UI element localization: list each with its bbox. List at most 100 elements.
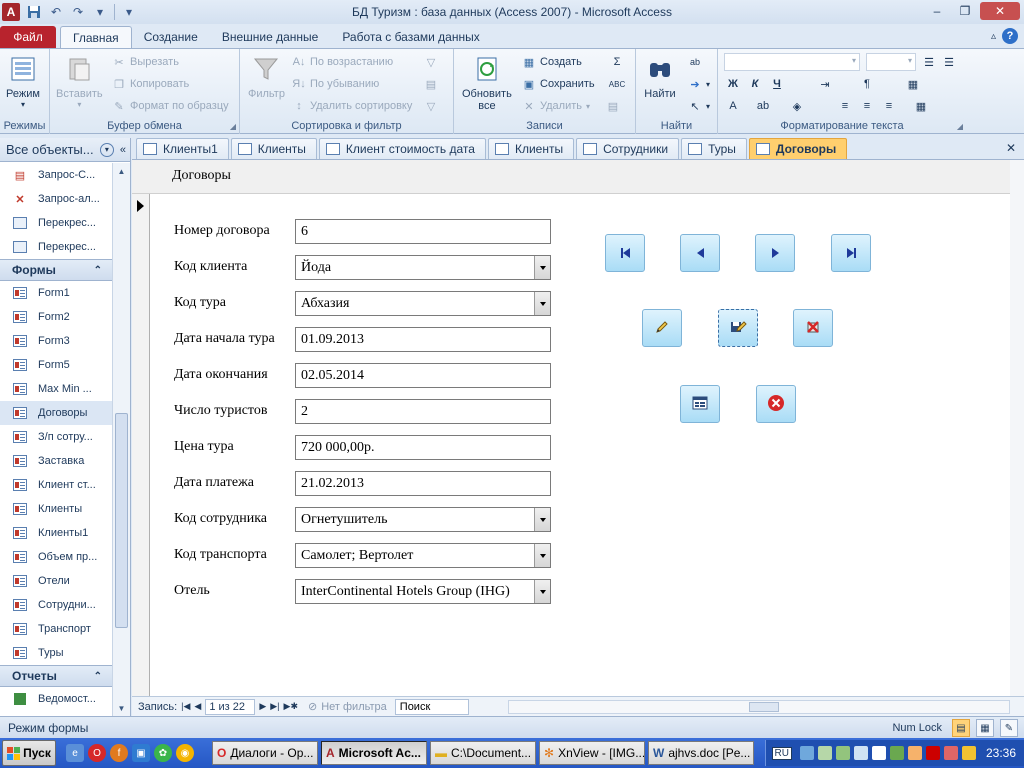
doc-tab-tours[interactable]: Туры [681, 138, 747, 159]
nav-menu-dropdown-icon[interactable]: ▾ [99, 142, 114, 157]
nav-query-item[interactable]: ▤ Запрос-С... [0, 163, 112, 187]
indent-button[interactable]: ⇥ [818, 77, 832, 91]
tray-app-icon[interactable] [943, 746, 958, 760]
customize-icon[interactable]: ▾ [92, 4, 108, 20]
tray-app-icon[interactable] [817, 746, 832, 760]
nav-form-item[interactable]: Сотрудни... [0, 593, 112, 617]
toggle-filter-button[interactable]: ▽ [424, 99, 438, 113]
text-format-launcher-icon[interactable]: ◢ [957, 122, 963, 131]
filter-button[interactable]: Фильтр [248, 53, 285, 100]
nav-shutter-icon[interactable]: « [120, 144, 126, 156]
nav-form-item[interactable]: Form1 [0, 281, 112, 305]
doc-tab-clients[interactable]: Клиенты [230, 138, 317, 159]
nav-form-item[interactable]: Form5 [0, 353, 112, 377]
taskbar-task-access[interactable]: A Microsoft Ac... [321, 741, 427, 765]
save-record-form-button[interactable] [718, 309, 758, 347]
undo-icon[interactable]: ↶ [48, 4, 64, 20]
selection-filter-button[interactable]: ▽ [424, 55, 438, 69]
close-document-icon[interactable]: ✕ [1006, 141, 1016, 155]
nav-form-item[interactable]: Form2 [0, 305, 112, 329]
previous-record-button[interactable] [680, 234, 720, 272]
align-left-button[interactable]: ≡ [838, 99, 852, 113]
bullets-button[interactable]: ☰ [922, 55, 936, 69]
tour-code-combo[interactable]: Абхазия [295, 291, 551, 316]
taskbar-task-word[interactable]: Wajhvs.doc [Pe... [648, 741, 754, 765]
explorer-icon[interactable]: ▣ [132, 744, 150, 762]
remove-sort-button[interactable]: ↕ Удалить сортировку [292, 99, 412, 113]
combo-dropdown-icon[interactable] [534, 580, 550, 603]
align-right-button[interactable]: ≡ [882, 99, 896, 113]
nav-form-item[interactable]: З/п сотру... [0, 425, 112, 449]
scroll-up-icon[interactable]: ▲ [113, 163, 130, 179]
last-record-button[interactable] [831, 234, 871, 272]
doc-tab-clients1[interactable]: Клиенты1 [136, 138, 229, 159]
nav-form-item[interactable]: Туры [0, 641, 112, 665]
tourist-count-field[interactable]: 2 [295, 399, 551, 424]
tray-app-icon[interactable] [925, 746, 940, 760]
transport-code-combo[interactable]: Самолет; Вертолет [295, 543, 551, 568]
opera-icon[interactable]: O [88, 744, 106, 762]
nav-form-item[interactable]: Заставка [0, 449, 112, 473]
borders-button[interactable]: ▦ [914, 99, 928, 113]
open-form-button[interactable] [680, 385, 720, 423]
start-button[interactable]: Пуск [2, 740, 56, 766]
tab-create[interactable]: Создание [132, 26, 210, 48]
bold-button[interactable]: Ж [726, 77, 740, 91]
nav-query-item[interactable]: ✕ Запрос-ал... [0, 187, 112, 211]
doc-tab-employees[interactable]: Сотрудники [576, 138, 680, 159]
copy-button[interactable]: ❐ Копировать [112, 77, 189, 91]
contract-number-field[interactable]: 6 [295, 219, 551, 244]
qat-more-icon[interactable]: ▾ [121, 4, 137, 20]
nav-form-item[interactable]: Max Min ... [0, 377, 112, 401]
tour-price-field[interactable]: 720 000,00р. [295, 435, 551, 460]
refresh-all-button[interactable]: Обновить все [462, 53, 512, 112]
new-record-button[interactable]: ▦ Создать [522, 55, 582, 69]
tab-database-tools[interactable]: Работа с базами данных [330, 26, 491, 48]
goto-button[interactable]: ➔ ▾ [688, 77, 710, 91]
new-record-nav-icon[interactable]: ▶✱ [284, 701, 298, 712]
find-button[interactable]: Найти [644, 53, 676, 100]
gridlines-button[interactable]: ▦ [906, 77, 920, 91]
tray-app-icon[interactable] [871, 746, 886, 760]
nav-form-item[interactable]: Form3 [0, 329, 112, 353]
minimize-button[interactable]: – [924, 2, 950, 20]
nav-report-item[interactable]: Ведомост... [0, 687, 112, 711]
combo-dropdown-icon[interactable] [534, 256, 550, 279]
fill-color-button[interactable]: ◈ [790, 99, 804, 113]
nav-pane-header[interactable]: Все объекты... ▾ « [0, 138, 130, 162]
cut-button[interactable]: ✂ Вырезать [112, 55, 179, 69]
advanced-filter-button[interactable]: ▤ [424, 77, 438, 91]
nav-query-item[interactable]: Перекрес... [0, 235, 112, 259]
horizontal-scroll-thumb[interactable] [749, 702, 779, 712]
delete-record-button[interactable]: ✕ Удалить ▾ [522, 99, 590, 113]
tray-app-icon[interactable] [853, 746, 868, 760]
font-name-select[interactable]: ▾ [724, 53, 860, 71]
tab-external-data[interactable]: Внешние данные [210, 26, 331, 48]
nav-form-item[interactable]: Клиент ст... [0, 473, 112, 497]
last-record-nav-icon[interactable]: ▶| [270, 701, 279, 712]
tray-app-icon[interactable] [961, 746, 976, 760]
ribbon-collapse-icon[interactable]: ▵ [991, 31, 996, 42]
save-record-button[interactable]: ▣ Сохранить [522, 77, 595, 91]
maximize-button[interactable]: ❐ [952, 2, 978, 20]
nav-section-reports[interactable]: Отчеты ⌃ [0, 665, 112, 687]
next-record-button[interactable] [755, 234, 795, 272]
replace-button[interactable]: ab [688, 55, 702, 69]
first-record-nav-icon[interactable]: |◀ [181, 701, 190, 712]
nav-section-forms[interactable]: Формы ⌃ [0, 259, 112, 281]
tray-app-icon[interactable] [889, 746, 904, 760]
redo-icon[interactable]: ↷ [70, 4, 86, 20]
doc-tab-clients-table[interactable]: Клиенты [487, 138, 575, 159]
access-app-icon[interactable]: A [2, 3, 20, 21]
firefox-icon[interactable]: f [110, 744, 128, 762]
combo-dropdown-icon[interactable] [534, 292, 550, 315]
layout-view-button[interactable]: ▦ [976, 719, 994, 737]
ie-icon[interactable]: e [66, 744, 84, 762]
font-color-button[interactable]: A [726, 99, 740, 113]
nav-scroll-thumb[interactable] [115, 413, 128, 628]
nav-scrollbar[interactable]: ▲ ▼ [112, 163, 130, 716]
combo-dropdown-icon[interactable] [534, 544, 550, 567]
view-button[interactable]: Режим ▾ [6, 53, 40, 109]
sort-ascending-button[interactable]: A↓ По возрастанию [292, 55, 394, 69]
form-horizontal-scrollbar[interactable] [508, 700, 1010, 714]
